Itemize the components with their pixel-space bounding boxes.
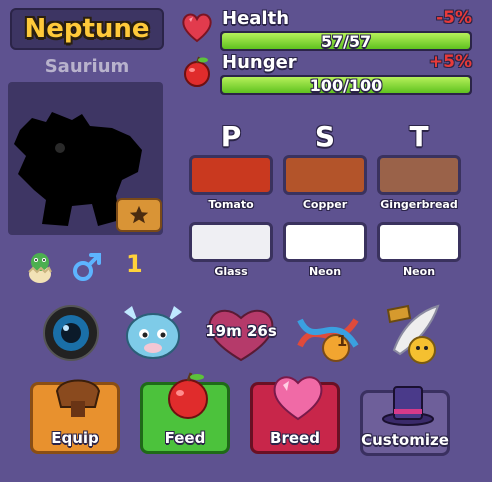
color-swatch-secondary[interactable] xyxy=(283,155,367,195)
breed-button[interactable]: Breed xyxy=(250,376,340,454)
pet-info-panel: Neptune Saurium 1 Health -5% 57/57 Hunge… xyxy=(0,0,492,482)
eye-orb-icon[interactable] xyxy=(42,304,100,362)
hunger-bar: 100/100 xyxy=(220,75,472,95)
male-symbol-icon xyxy=(73,253,101,281)
trait-letter-p: P xyxy=(220,120,242,153)
hunger-bar-fill: 100/100 xyxy=(222,76,470,95)
saddle-icon xyxy=(55,379,101,417)
apple-icon xyxy=(184,56,210,87)
hunger-label: Hunger xyxy=(222,52,297,73)
star-icon xyxy=(129,205,149,224)
dna-count: 1 xyxy=(336,332,348,350)
equip-label: Equip xyxy=(51,429,99,447)
hunger-delta: +5% xyxy=(428,52,472,72)
egg-hatchling-icon xyxy=(28,253,52,283)
trait-letter-s: S xyxy=(314,120,336,153)
color-name-secondary: Copper xyxy=(302,198,348,211)
apple-icon xyxy=(168,372,208,419)
favorite-star-button[interactable] xyxy=(116,198,162,232)
feed-label: Feed xyxy=(164,429,206,447)
trait-letter-t: T xyxy=(409,120,429,153)
pet-level: 1 xyxy=(126,250,143,278)
breed-label: Breed xyxy=(270,429,320,447)
feed-button[interactable]: Feed xyxy=(140,372,230,454)
material-name-tertiary: Neon xyxy=(402,265,436,278)
pet-name: Neptune xyxy=(24,14,150,44)
pet-species: Saurium xyxy=(44,56,130,77)
heart-icon xyxy=(182,13,212,43)
health-delta: -5% xyxy=(436,8,472,28)
health-label: Health xyxy=(222,8,290,29)
color-swatch-tertiary[interactable] xyxy=(377,155,461,195)
material-name-secondary: Neon xyxy=(308,265,342,278)
material-swatch-secondary[interactable] xyxy=(283,222,367,262)
material-swatch-tertiary[interactable] xyxy=(377,222,461,262)
customize-button[interactable]: Customize xyxy=(360,386,450,456)
color-name-primary: Tomato xyxy=(208,198,254,211)
quill-emoji-icon[interactable] xyxy=(380,300,442,366)
customize-label: Customize xyxy=(361,431,449,449)
baby-dragon-icon[interactable] xyxy=(118,302,188,364)
pet-name-plate: Neptune xyxy=(10,8,164,50)
material-name-primary: Glass xyxy=(214,265,248,278)
color-name-tertiary: Gingerbread xyxy=(380,198,458,211)
equip-button[interactable]: Equip xyxy=(30,379,120,454)
health-bar: 57/57 xyxy=(220,31,472,51)
material-swatch-primary[interactable] xyxy=(189,222,273,262)
color-swatch-primary[interactable] xyxy=(189,155,273,195)
health-bar-fill: 57/57 xyxy=(222,32,470,51)
breed-cooldown-timer: 19m 26s xyxy=(205,322,277,340)
top-hat-icon xyxy=(382,386,434,426)
pink-heart-icon xyxy=(273,376,323,421)
